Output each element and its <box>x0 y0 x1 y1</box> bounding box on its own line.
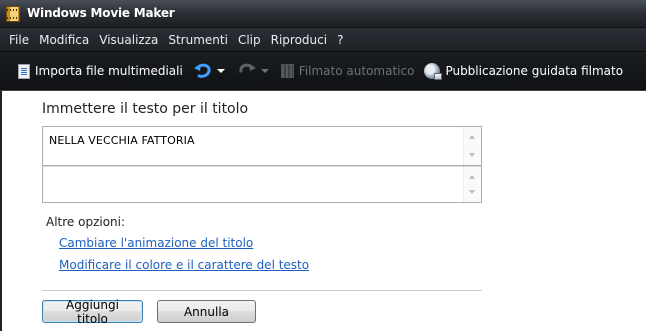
publish-movie-label: Pubblicazione guidata filmato <box>445 64 624 78</box>
toolbar: Importa file multimediali Filmato automa… <box>0 52 646 91</box>
window-left-frame <box>0 91 2 331</box>
title-prompt-label: Immettere il testo per il titolo <box>42 101 249 117</box>
automovie-label: Filmato automatico <box>298 64 415 78</box>
undo-button[interactable] <box>193 62 217 80</box>
window-title: Windows Movie Maker <box>27 6 175 20</box>
title-input-scrollbar[interactable] <box>463 127 481 165</box>
add-title-button[interactable]: Aggiungi titolo <box>42 298 143 326</box>
automovie-button[interactable]: Filmato automatico <box>280 64 415 78</box>
import-file-icon <box>18 63 30 79</box>
scroll-up-arrow-icon[interactable] <box>469 175 475 179</box>
movie-maker-film-icon <box>6 6 20 22</box>
scroll-up-arrow-icon[interactable] <box>469 135 475 139</box>
menu-riproduci[interactable]: Riproduci <box>266 33 332 47</box>
title-text-input[interactable]: NELLA VECCHIA FATTORIA <box>42 126 482 166</box>
import-media-label: Importa file multimediali <box>35 64 183 78</box>
title-text-value: NELLA VECCHIA FATTORIA <box>49 134 195 147</box>
menu-modifica[interactable]: Modifica <box>34 33 94 47</box>
undo-icon <box>193 63 211 78</box>
cancel-button[interactable]: Annulla <box>157 300 256 323</box>
title-bar[interactable]: Windows Movie Maker <box>0 0 646 28</box>
subtitle-text-input[interactable] <box>42 166 482 203</box>
import-media-button[interactable]: Importa file multimediali <box>18 63 183 79</box>
menu-visualizza[interactable]: Visualizza <box>94 33 163 47</box>
menu-strumenti[interactable]: Strumenti <box>163 33 233 47</box>
menu-help[interactable]: ? <box>332 33 348 47</box>
publish-movie-icon <box>424 63 443 80</box>
change-title-animation-link[interactable]: Cambiare l'animazione del titolo <box>59 236 253 250</box>
publish-movie-button[interactable]: Pubblicazione guidata filmato <box>424 63 624 80</box>
divider <box>42 290 482 291</box>
automovie-icon <box>280 64 294 78</box>
redo-icon <box>239 63 256 73</box>
menu-bar: File Modifica Visualizza Strumenti Clip … <box>0 28 646 52</box>
redo-button[interactable] <box>237 62 261 80</box>
undo-dropdown-chevron-icon[interactable] <box>216 69 225 73</box>
more-options-heading: Altre opzioni: <box>46 215 126 229</box>
subtitle-input-scrollbar[interactable] <box>463 167 481 202</box>
menu-clip[interactable]: Clip <box>233 33 266 47</box>
scroll-down-arrow-icon[interactable] <box>469 190 475 194</box>
change-text-font-color-link[interactable]: Modificare il colore e il carattere del … <box>59 258 309 272</box>
scroll-down-arrow-icon[interactable] <box>469 153 475 157</box>
redo-dropdown-chevron-icon[interactable] <box>260 69 269 73</box>
menu-file[interactable]: File <box>4 33 34 47</box>
